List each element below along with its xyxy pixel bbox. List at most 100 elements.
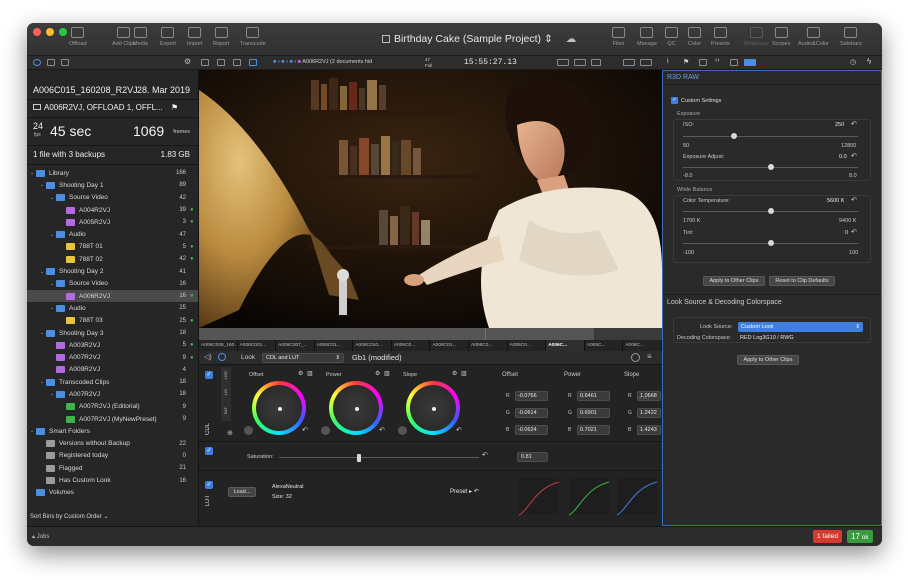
filmstrip-clip[interactable]: A006C0... [469,340,508,351]
menu-icon[interactable]: ≡ [647,352,652,361]
filmstrip-clip[interactable]: A006C... [584,340,624,351]
lut-checkbox[interactable]: ✓ [205,481,213,489]
tree-item[interactable]: ⌄ Source Video 42 [27,192,198,204]
failed-jobs-badge[interactable]: 1 failed [813,530,842,543]
reset-arrow-icon[interactable]: ↶ [456,426,462,434]
filmstrip-clip[interactable]: A006C01... [430,340,470,351]
cdl-offset-field[interactable]: -0.0624 [515,425,548,435]
reset-arrow-icon[interactable]: ↶ [482,451,488,459]
load-lut-button[interactable]: Load... [228,487,256,497]
tint-value[interactable]: 0 [845,230,848,236]
tree-item[interactable]: A004R2VJ 39 ● [27,204,198,216]
tree-item[interactable]: ⌄ Audio 47 [27,228,198,240]
cdl-slope-field[interactable]: 1.2422 [637,408,661,418]
clock-icon[interactable]: ◷ [850,58,856,66]
sort-bins-menu[interactable]: Sort Bins by Custom Order ⌄ [30,513,108,520]
apply-look-to-other-clips-button[interactable]: Apply to Other Clips [737,355,799,365]
wheel-puck[interactable] [432,407,436,411]
tree-item[interactable]: A007R2VJ (MyNewPreset) 9 [27,413,198,425]
toolbar-import-button[interactable]: Import [187,27,203,47]
image-icon[interactable] [61,59,69,66]
jobs-toggle[interactable]: ▴ Jobs [32,533,49,540]
toolbar-media-button[interactable]: Media [133,27,148,47]
viewer-icon[interactable] [249,59,257,66]
cdl-tab[interactable]: CDL [205,423,211,435]
color-wheel-offset[interactable]: Offset ⚙ ▥ ↶ [242,368,315,440]
toolbar-audio-color-button[interactable]: Audio&Color [798,27,829,47]
iso-slider[interactable] [683,136,858,137]
gear-icon[interactable]: ⚙ [184,57,191,66]
raw-settings-icon[interactable] [744,59,756,66]
wheel-puck[interactable] [355,407,359,411]
guides-icon[interactable] [640,59,652,66]
preset-menu[interactable]: Preset ▸ ↶ [450,488,479,495]
reset-to-clip-defaults-button[interactable]: Reset to Clip Defaults [769,276,835,286]
lightning-icon[interactable]: ϟ [867,57,871,66]
histogram-icon[interactable]: ▥ [307,370,313,377]
toolbar-add-clips-button[interactable]: Add Clips [112,27,136,47]
tree-item[interactable]: Versions without Backup 22 [27,438,198,450]
filmstrip-clip[interactable]: A006C0... [391,340,431,351]
toolbar-offload-button[interactable]: Offload [69,27,87,47]
toolbar-color-button[interactable]: Color [688,27,701,47]
saturation-field[interactable]: 0.81 [517,452,548,462]
wheel-ring[interactable] [329,381,383,435]
custom-settings-checkbox[interactable]: ✓ [671,97,678,104]
tree-item[interactable]: Flagged 21 [27,462,198,474]
toolbar-qc-button[interactable]: QC [665,27,678,47]
grid-small-icon[interactable] [201,59,209,66]
power-icon[interactable] [33,59,41,66]
tree-item[interactable]: ⌄ Transcoded Clips 18 [27,376,198,388]
tree-item[interactable]: 788T 01 5 ● [27,241,198,253]
iso-slider-knob[interactable] [730,133,737,139]
iso-value[interactable]: 250 [835,122,844,128]
power-icon[interactable] [218,353,226,361]
histogram-icon[interactable]: ▥ [461,370,467,377]
grid-icon[interactable] [217,59,225,66]
reset-arrow-icon[interactable]: ↶ [302,426,308,434]
playhead[interactable] [485,328,486,340]
cdl-power-field[interactable]: 0.6901 [577,408,610,418]
toolbar-manage-button[interactable]: Manage [637,27,657,47]
settings-icon[interactable]: ⚙ [375,370,380,377]
tree-item[interactable]: Volumes [27,487,198,499]
exposure-adjust-value[interactable]: 0.0 [839,154,847,160]
reset-arrow-icon[interactable]: ↶ [851,120,857,128]
compare-icon[interactable] [631,353,640,362]
reset-arrow-icon[interactable]: ↶ [851,196,857,204]
close-button[interactable] [33,28,41,36]
saturation-slider[interactable] [279,457,479,458]
tree-item[interactable]: ⌄ Source Video 16 [27,278,198,290]
tree-item[interactable]: Has Custom Look 16 [27,474,198,486]
compare-icon[interactable] [591,59,601,66]
wheel-master-knob[interactable] [398,426,407,435]
toolbar-sidebars-button[interactable]: Sidebars [840,27,862,47]
look-mode-select[interactable]: CDL and LUT ⇕ [262,353,344,363]
timeline-ruler[interactable] [199,328,662,340]
color-temperature-value[interactable]: 5600 K [827,198,844,204]
filmstrip-clip[interactable]: A006C... [623,340,662,351]
wheel-ring[interactable] [406,381,460,435]
cdl-offset-field[interactable]: -0.0766 [515,391,548,401]
filmstrip-clip[interactable]: A006C008_160... [199,340,238,351]
toolbar-scopes-button[interactable]: Scopes [772,27,790,47]
zoom-button[interactable] [59,28,67,36]
eyedropper-icon[interactable]: ⊕ [227,429,233,437]
side-tab-lin[interactable]: LIN [223,389,228,395]
toolbar-miniplayer-button[interactable]: Miniplayer [744,27,769,47]
reset-arrow-icon[interactable]: ↶ [474,489,479,495]
reset-arrow-icon[interactable]: ↶ [379,426,385,434]
ok-jobs-badge[interactable]: 17 ok [847,530,873,543]
tint-slider-knob[interactable] [767,240,774,246]
wheel-center[interactable] [410,385,456,431]
filmstrip-clip[interactable]: A006C007_... [276,340,315,351]
side-tab-log[interactable]: LOG [223,371,228,379]
overlay-icon[interactable] [623,59,635,66]
minimize-button[interactable] [46,28,54,36]
flag-icon[interactable]: ⚑ [171,103,178,112]
exposure-slider-knob[interactable] [767,164,774,170]
tree-item[interactable]: A006R2VJ 16 ● [27,289,198,303]
tree-item[interactable]: A007R2VJ 9 ● [27,351,198,363]
toolbar-presets-button[interactable]: Presets [711,27,730,47]
wheel-puck[interactable] [278,407,282,411]
